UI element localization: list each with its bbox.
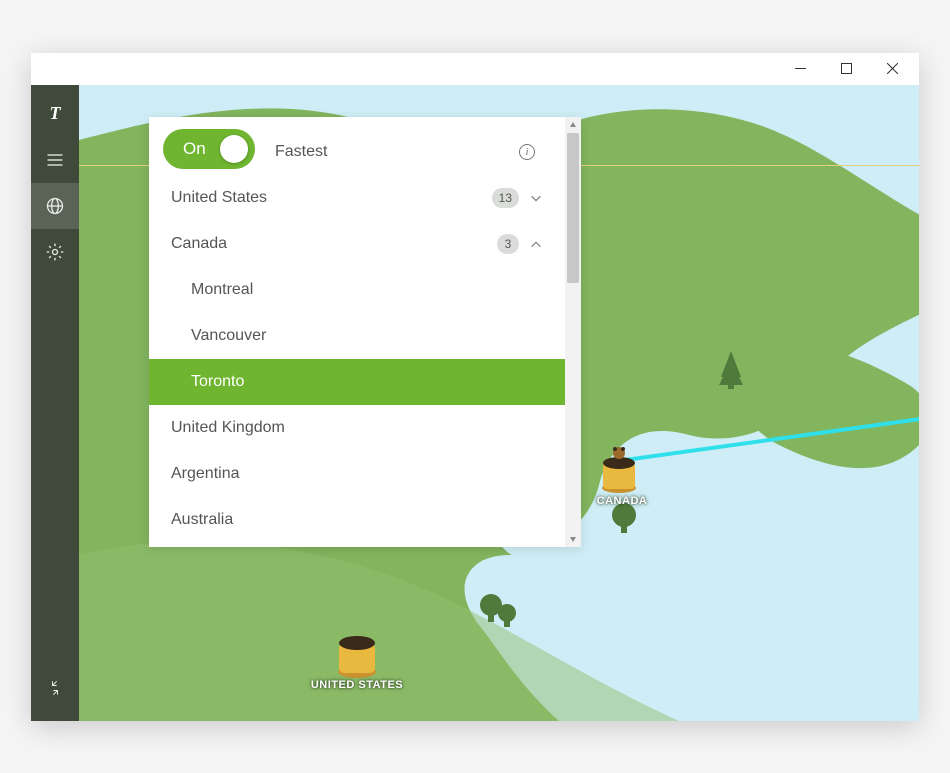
- sidebar: T: [31, 85, 79, 721]
- maximize-button[interactable]: [823, 53, 869, 85]
- app-window: T: [31, 53, 919, 721]
- chevron-down-icon: [529, 191, 543, 205]
- gear-icon: [45, 242, 65, 262]
- map-marker-us: [338, 636, 376, 678]
- sidebar-collapse[interactable]: [31, 665, 79, 711]
- location-city-toronto[interactable]: Toronto: [149, 359, 565, 405]
- toggle-knob: [220, 135, 248, 163]
- scroll-down-button[interactable]: [565, 531, 581, 547]
- location-city-vancouver[interactable]: Vancouver: [149, 313, 565, 359]
- info-icon[interactable]: i: [519, 144, 535, 160]
- globe-icon: [45, 196, 65, 216]
- connection-toggle[interactable]: On: [163, 129, 255, 169]
- location-item-canada[interactable]: Canada 3: [149, 221, 565, 267]
- map-label-canada: CANADA: [597, 495, 648, 507]
- close-button[interactable]: [869, 53, 915, 85]
- location-item-uk[interactable]: United Kingdom: [149, 405, 565, 451]
- sidebar-locations[interactable]: [31, 183, 79, 229]
- titlebar: [31, 53, 919, 85]
- app-body: T: [31, 85, 919, 721]
- sidebar-settings[interactable]: [31, 229, 79, 275]
- menu-icon: [45, 150, 65, 170]
- app-logo: T: [31, 91, 79, 137]
- location-item-australia[interactable]: Australia: [149, 497, 565, 543]
- chevron-up-icon: [529, 237, 543, 251]
- scroll-up-button[interactable]: [565, 117, 581, 133]
- map-label-us: UNITED STATES: [311, 679, 403, 691]
- location-count: 13: [492, 188, 519, 208]
- location-fastest[interactable]: Fastest i: [253, 129, 565, 175]
- location-item-argentina[interactable]: Argentina: [149, 451, 565, 497]
- sidebar-menu[interactable]: [31, 137, 79, 183]
- location-item-us[interactable]: United States 13: [149, 175, 565, 221]
- toggle-label: On: [183, 139, 206, 159]
- location-panel: On Fastest i United States 13: [149, 117, 581, 547]
- location-city-montreal[interactable]: Montreal: [149, 267, 565, 313]
- location-count: 3: [497, 234, 519, 254]
- scroll-thumb[interactable]: [567, 133, 579, 283]
- collapse-icon: [45, 678, 65, 698]
- location-list: Fastest i United States 13 Canada 3: [149, 129, 565, 547]
- minimize-button[interactable]: [777, 53, 823, 85]
- panel-scrollbar[interactable]: [565, 117, 581, 547]
